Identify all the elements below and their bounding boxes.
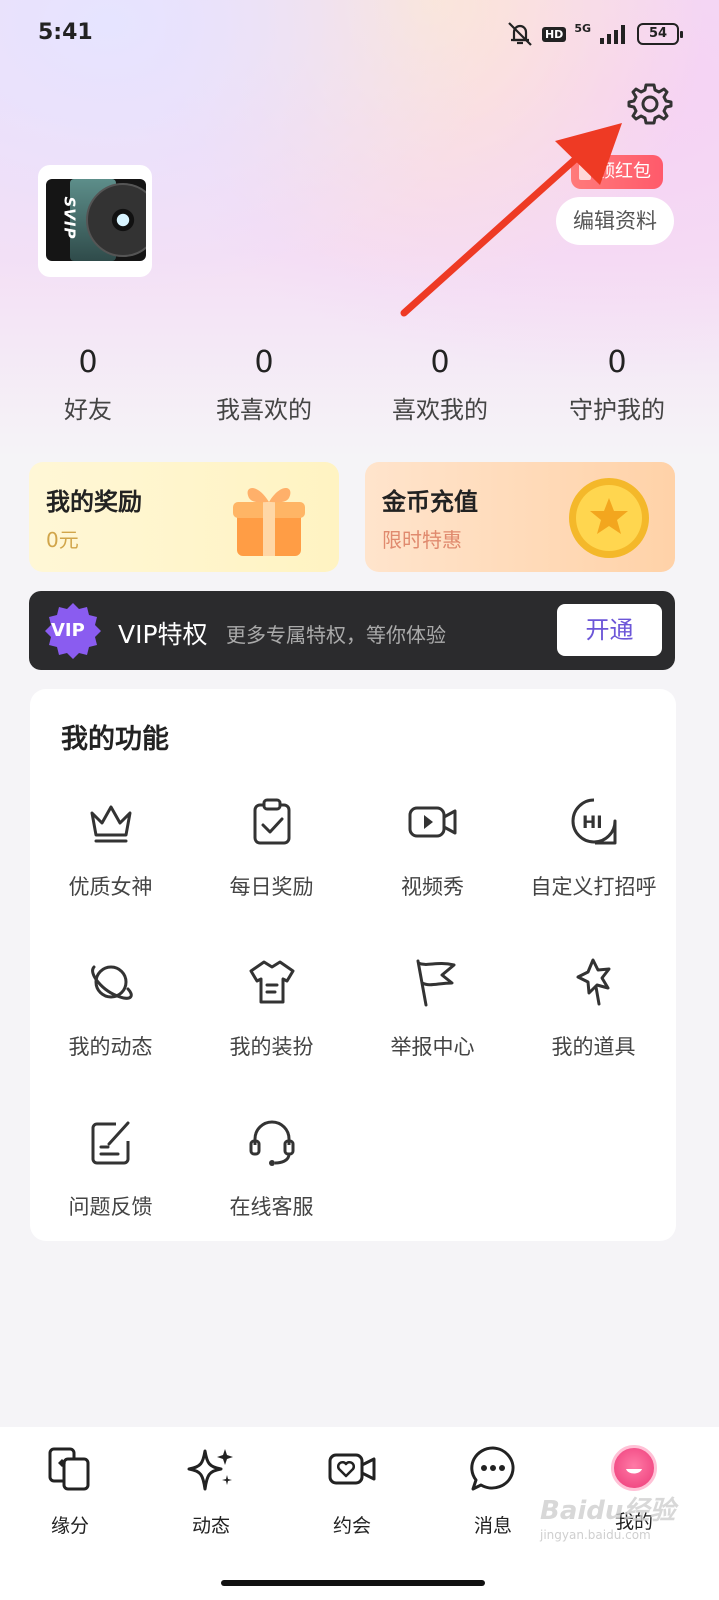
my-reward-card[interactable]: 我的奖励 0元 [29, 462, 339, 572]
avatar[interactable]: SVIP [38, 165, 152, 277]
stat-label: 我喜欢的 [216, 396, 312, 424]
function-label: 我的动态 [68, 1035, 153, 1059]
chat-icon [470, 1446, 515, 1491]
stat-i-like[interactable]: 0 我喜欢的 [194, 340, 334, 425]
function-daily-reward[interactable]: 每日奖励 [191, 797, 352, 927]
function-label: 在线客服 [229, 1195, 314, 1219]
function-label: 每日奖励 [229, 875, 314, 899]
stat-count: 0 [430, 345, 450, 380]
function-quality-goddess[interactable]: 优质女神 [30, 797, 191, 927]
gear-icon [627, 83, 673, 125]
vip-banner[interactable]: VIP VIP特权 更多专属特权，等你体验 开通 [29, 591, 675, 670]
function-label: 举报中心 [390, 1035, 475, 1059]
function-label: 视频秀 [401, 875, 464, 899]
smile-icon [626, 1469, 642, 1474]
function-label: 我的道具 [551, 1035, 636, 1059]
stat-label: 好友 [64, 396, 112, 424]
stat-count: 0 [254, 345, 274, 380]
stat-guarding-me[interactable]: 0 守护我的 [547, 340, 687, 425]
signal-icon [600, 25, 625, 44]
tab-label: 我的 [614, 1511, 653, 1533]
gold-coin-icon [569, 478, 649, 558]
svg-text:HI: HI [582, 813, 603, 833]
function-label: 自定义打招呼 [530, 875, 657, 899]
card-subtitle: 0元 [46, 528, 79, 552]
function-custom-greeting[interactable]: HI 自定义打招呼 [513, 797, 674, 927]
function-label: 优质女神 [68, 875, 153, 899]
cards-icon [48, 1447, 90, 1491]
headset-icon [249, 1120, 295, 1166]
tab-label: 约会 [332, 1515, 371, 1537]
tab-moments[interactable]: 动态 [166, 1445, 256, 1538]
stat-count: 0 [78, 345, 98, 380]
planet-icon [91, 965, 133, 1000]
tab-label: 动态 [191, 1515, 230, 1537]
function-label: 问题反馈 [68, 1195, 153, 1219]
tab-label: 消息 [473, 1515, 512, 1537]
vip-description: 更多专属特权，等你体验 [226, 623, 446, 647]
hi-bubble-icon: HI [571, 798, 617, 845]
flag-icon [416, 959, 456, 1007]
clipboard-check-icon [253, 798, 291, 845]
avatar-icon [610, 1445, 658, 1493]
status-icons: HD 5G 54 [506, 20, 683, 48]
function-my-moments[interactable]: 我的动态 [30, 957, 191, 1087]
settings-button[interactable] [626, 80, 674, 128]
tab-avatar [611, 1445, 657, 1491]
edit-profile-button[interactable]: 编辑资料 [556, 197, 674, 245]
gift-box-icon [233, 488, 305, 556]
vip-badge-text: VIP [51, 620, 85, 641]
sparkle-icon [187, 1449, 233, 1491]
function-report-center[interactable]: 举报中心 [352, 957, 513, 1087]
function-video-show[interactable]: 视频秀 [352, 797, 513, 927]
function-my-outfit[interactable]: 我的装扮 [191, 957, 352, 1087]
stat-label: 喜欢我的 [392, 396, 488, 424]
battery-indicator: 54 [637, 23, 683, 45]
tab-dating[interactable]: 约会 [307, 1445, 397, 1538]
function-feedback[interactable]: 问题反馈 [30, 1117, 191, 1247]
function-my-props[interactable]: 我的道具 [513, 957, 674, 1087]
card-title: 金币充值 [382, 488, 478, 516]
home-indicator[interactable] [221, 1580, 485, 1586]
stat-count: 0 [607, 345, 627, 380]
video-camera-icon [408, 806, 457, 838]
stat-friends[interactable]: 0 好友 [18, 340, 158, 425]
my-functions-panel: 我的功能 优质女神 每日奖励 视频秀 HI 自定义打招呼 我的动态 我的装扮 举… [30, 689, 676, 1241]
section-title: 我的功能 [61, 724, 169, 755]
function-label: 我的装扮 [229, 1035, 314, 1059]
card-title: 我的奖励 [46, 488, 142, 516]
tab-fate[interactable]: 缘分 [25, 1445, 115, 1538]
coin-recharge-card[interactable]: 金币充值 限时特惠 [365, 462, 675, 572]
mute-bell-icon [508, 22, 532, 46]
stats-row: 0 好友 0 我喜欢的 0 喜欢我的 0 守护我的 [0, 340, 719, 440]
tab-label: 缘分 [50, 1515, 89, 1537]
status-time: 5:41 [38, 20, 93, 45]
crown-icon [90, 805, 132, 843]
status-bar: 5:41 HD 5G 54 [0, 0, 719, 70]
vip-open-button[interactable]: 开通 [557, 604, 662, 656]
bottom-tab-bar: 缘分 动态 约会 消息 我的 [0, 1427, 719, 1600]
tab-messages[interactable]: 消息 [448, 1445, 538, 1538]
video-heart-icon [328, 1453, 376, 1485]
hd-badge: HD [541, 26, 567, 42]
function-online-service[interactable]: 在线客服 [191, 1117, 352, 1247]
red-packet-button[interactable]: 领红包 [571, 155, 663, 189]
edit-note-icon [91, 1121, 130, 1165]
card-subtitle: 限时特惠 [382, 528, 462, 552]
stat-likes-me[interactable]: 0 喜欢我的 [370, 340, 510, 425]
magic-wand-icon [576, 958, 611, 1006]
vip-title: VIP特权 [118, 620, 208, 649]
stat-label: 守护我的 [569, 396, 665, 424]
network-type: 5G [574, 21, 591, 35]
shirt-icon [249, 960, 295, 1004]
svip-badge: SVIP [60, 196, 79, 240]
avatar-image: SVIP [46, 179, 146, 261]
tab-me[interactable]: 我的 [589, 1445, 679, 1534]
